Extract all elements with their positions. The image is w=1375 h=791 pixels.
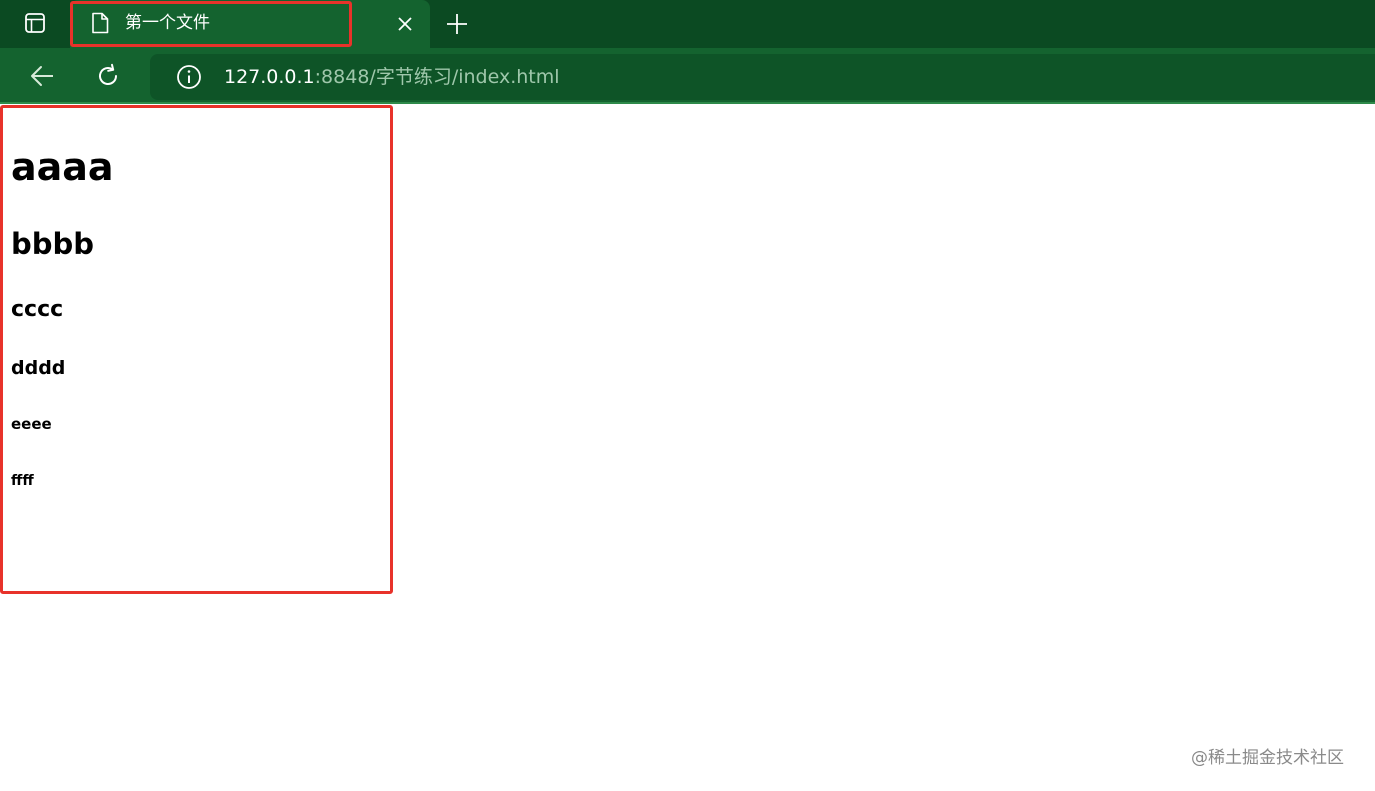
close-icon[interactable] [394, 13, 416, 35]
url-host: 127.0.0.1 [224, 66, 315, 88]
heading-5: eeee [11, 415, 52, 433]
document-icon [91, 12, 109, 34]
watermark: @稀土掘金技术社区 [1191, 748, 1344, 768]
reload-icon[interactable] [94, 62, 122, 90]
tab-actions-icon[interactable] [24, 12, 46, 34]
url-path: :8848/字节练习/index.html [314, 66, 560, 88]
url-text[interactable]: 127.0.0.1:8848/字节练习/index.html [224, 64, 560, 90]
info-icon[interactable] [176, 64, 202, 90]
heading-4: dddd [11, 357, 66, 379]
toolbar-divider [0, 102, 1375, 104]
arrow-left-icon[interactable] [28, 62, 56, 90]
plus-icon[interactable] [444, 11, 470, 37]
heading-2: bbbb [11, 227, 95, 261]
browser-tab[interactable] [70, 0, 430, 48]
tab-title: 第一个文件 [125, 13, 210, 33]
heading-3: cccc [11, 297, 64, 322]
heading-1: aaaa [11, 145, 114, 189]
heading-6: ffff [11, 473, 34, 489]
